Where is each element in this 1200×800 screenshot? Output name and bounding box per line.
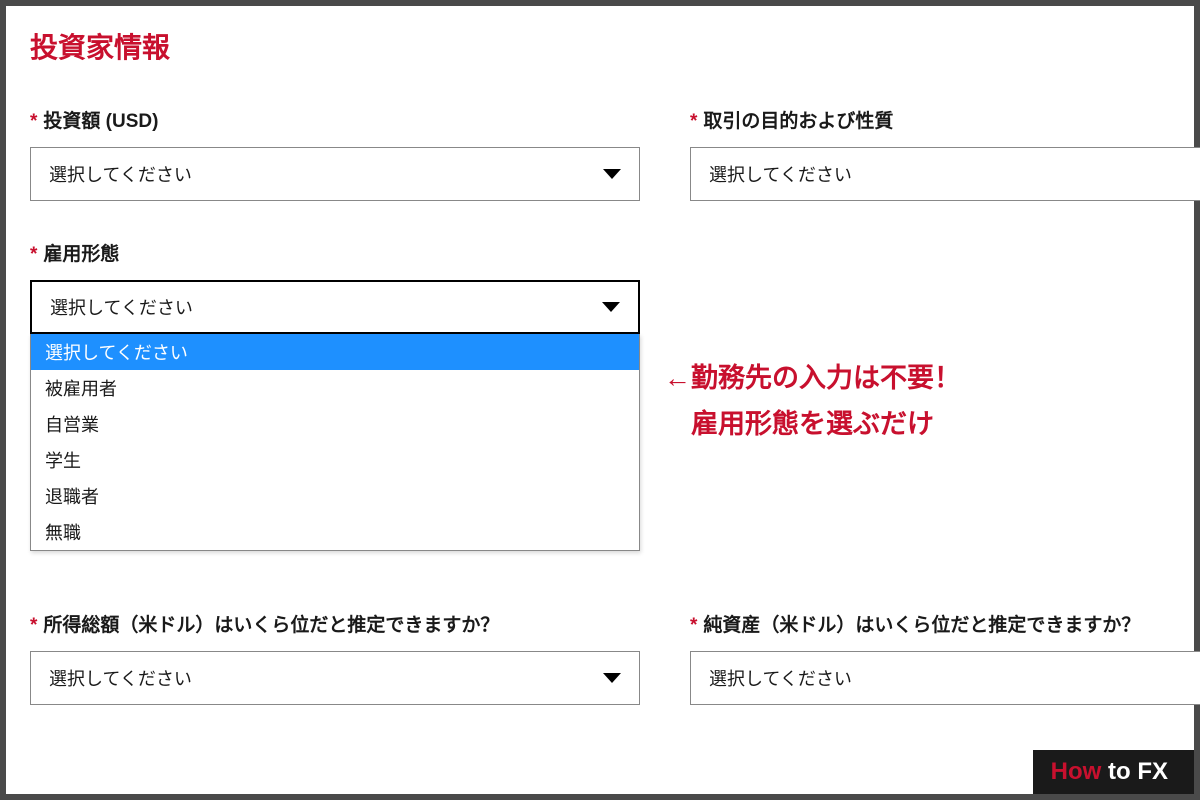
field-networth: * 純資産（米ドル）はいくら位だと推定できますか？ 選択してください bbox=[690, 610, 1200, 705]
form-row-1: * 投資額 (USD) 選択してください * 取引の目的および性質 選択してくだ… bbox=[30, 106, 1194, 201]
field-employment: * 雇用形態 選択してください 選択してください 被雇用者 自営業 学生 退職者… bbox=[30, 239, 640, 334]
field-income: * 所得総額（米ドル）はいくら位だと推定できますか？ 選択してください bbox=[30, 610, 640, 705]
select-value: 選択してください bbox=[50, 294, 193, 320]
label-text: 所得総額（米ドル）はいくら位だと推定できますか？ bbox=[43, 610, 499, 637]
select-value: 選択してください bbox=[49, 161, 192, 187]
required-asterisk: * bbox=[690, 111, 697, 133]
dropdown-option[interactable]: 無職 bbox=[31, 514, 639, 550]
dropdown-option[interactable]: 自営業 bbox=[31, 406, 639, 442]
dropdown-employment: 選択してください 選択してください 被雇用者 自営業 学生 退職者 無職 bbox=[30, 280, 640, 334]
select-value: 選択してください bbox=[709, 665, 852, 691]
chevron-down-icon bbox=[603, 169, 621, 179]
field-trading-purpose: * 取引の目的および性質 選択してください bbox=[690, 106, 1200, 201]
label-text: 純資産（米ドル）はいくら位だと推定できますか？ bbox=[703, 610, 1140, 637]
label-trading-purpose: * 取引の目的および性質 bbox=[690, 106, 1200, 133]
select-employment[interactable]: 選択してください bbox=[30, 280, 640, 334]
required-asterisk: * bbox=[30, 111, 37, 133]
label-text: 雇用形態 bbox=[43, 239, 119, 266]
required-asterisk: * bbox=[30, 615, 37, 637]
watermark: How to FX bbox=[1033, 750, 1194, 794]
dropdown-list-employment: 選択してください 被雇用者 自営業 学生 退職者 無職 bbox=[30, 334, 640, 551]
select-investment-amount[interactable]: 選択してください bbox=[30, 147, 640, 201]
dropdown-option[interactable]: 退職者 bbox=[31, 478, 639, 514]
watermark-how: How bbox=[1051, 758, 1108, 785]
label-employment: * 雇用形態 bbox=[30, 239, 640, 266]
annotation-callout: ←勤務先の入力は不要！ 雇用形態を選ぶだけ bbox=[664, 356, 961, 448]
select-income[interactable]: 選択してください bbox=[30, 651, 640, 705]
section-title: 投資家情報 bbox=[30, 26, 1194, 66]
label-investment-amount: * 投資額 (USD) bbox=[30, 106, 640, 133]
dropdown-option[interactable]: 被雇用者 bbox=[31, 370, 639, 406]
label-text: 取引の目的および性質 bbox=[703, 106, 893, 133]
field-investment-amount: * 投資額 (USD) 選択してください bbox=[30, 106, 640, 201]
chevron-down-icon bbox=[602, 302, 620, 312]
required-asterisk: * bbox=[30, 244, 37, 266]
select-networth[interactable]: 選択してください bbox=[690, 651, 1200, 705]
select-value: 選択してください bbox=[49, 665, 192, 691]
select-trading-purpose[interactable]: 選択してください bbox=[690, 147, 1200, 201]
watermark-tofx: to FX bbox=[1108, 758, 1168, 785]
label-income: * 所得総額（米ドル）はいくら位だと推定できますか？ bbox=[30, 610, 640, 637]
label-text: 投資額 (USD) bbox=[43, 106, 158, 133]
dropdown-option[interactable]: 選択してください bbox=[31, 334, 639, 370]
form-row-3: * 所得総額（米ドル）はいくら位だと推定できますか？ 選択してください * 純資… bbox=[30, 610, 1194, 705]
annotation-line1: ←勤務先の入力は不要！ bbox=[664, 356, 961, 402]
annotation-line2: 雇用形態を選ぶだけ bbox=[664, 402, 961, 448]
select-value: 選択してください bbox=[709, 161, 852, 187]
required-asterisk: * bbox=[690, 615, 697, 637]
chevron-down-icon bbox=[603, 673, 621, 683]
label-networth: * 純資産（米ドル）はいくら位だと推定できますか？ bbox=[690, 610, 1200, 637]
form-row-2: * 雇用形態 選択してください 選択してください 被雇用者 自営業 学生 退職者… bbox=[30, 239, 1194, 334]
dropdown-option[interactable]: 学生 bbox=[31, 442, 639, 478]
